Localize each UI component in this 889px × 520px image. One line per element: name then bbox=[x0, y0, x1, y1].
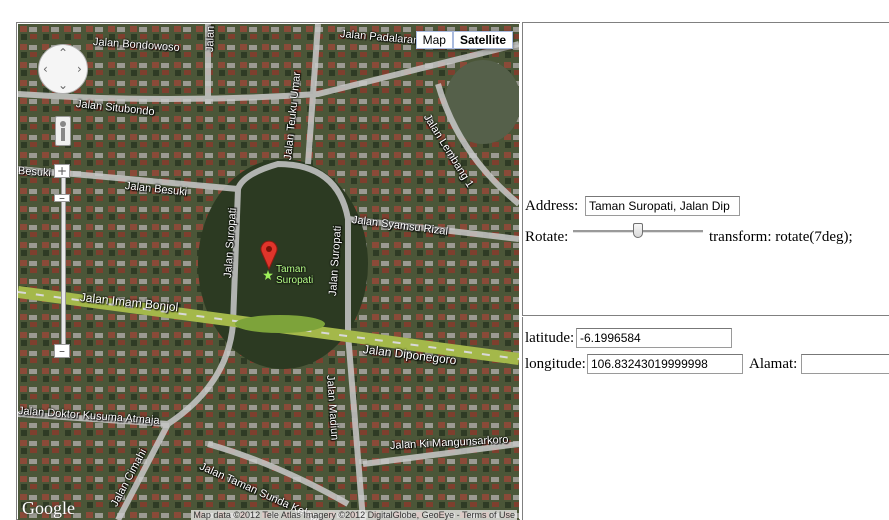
map-type-satellite-button[interactable]: Satellite bbox=[452, 31, 513, 49]
address-label: Address: bbox=[525, 198, 579, 214]
address-input[interactable]: Taman Suropati, Jalan Dip bbox=[585, 196, 740, 216]
map-attribution[interactable]: Map data ©2012 Tele Atlas Imagery ©2012 … bbox=[191, 510, 517, 520]
map-type-map-button[interactable]: Map bbox=[415, 31, 453, 49]
rotate-label: Rotate: bbox=[525, 229, 569, 245]
latitude-label: latitude: bbox=[525, 330, 575, 346]
poi-label-text: Taman Suropati bbox=[276, 264, 314, 286]
satellite-map[interactable]: Jalan Bondowoso Jalan Padalarang Jalan S… bbox=[18, 24, 519, 520]
longitude-input[interactable]: 106.83243019999998 bbox=[587, 354, 743, 374]
pan-control-icon[interactable]: ⌃ ⌄ ‹ › bbox=[38, 44, 88, 94]
google-logo: Google bbox=[22, 498, 75, 518]
street-label: Jalan Ba bbox=[204, 24, 218, 53]
zoom-slider-thumb[interactable]: – bbox=[54, 192, 70, 204]
alamat-label: Alamat: bbox=[749, 356, 798, 372]
park-poi-icon bbox=[263, 270, 273, 280]
pegman-icon[interactable] bbox=[55, 116, 71, 146]
street-label: Besuki bbox=[18, 165, 52, 180]
longitude-label: longitude: bbox=[525, 356, 586, 372]
transform-readout: transform: rotate(7deg); bbox=[709, 229, 853, 245]
map-type-control: Map Satellite bbox=[415, 31, 513, 49]
latitude-input[interactable]: -6.1996584 bbox=[576, 328, 732, 348]
zoom-out-icon[interactable]: – bbox=[54, 344, 70, 358]
poi-label: Taman Suropati bbox=[276, 264, 320, 286]
rotate-slider[interactable] bbox=[573, 223, 703, 239]
address-cell bbox=[522, 22, 889, 316]
alamat-input[interactable] bbox=[801, 354, 889, 374]
rotate-slider-thumb[interactable] bbox=[633, 223, 643, 238]
zoom-in-icon[interactable]: + bbox=[54, 164, 70, 178]
